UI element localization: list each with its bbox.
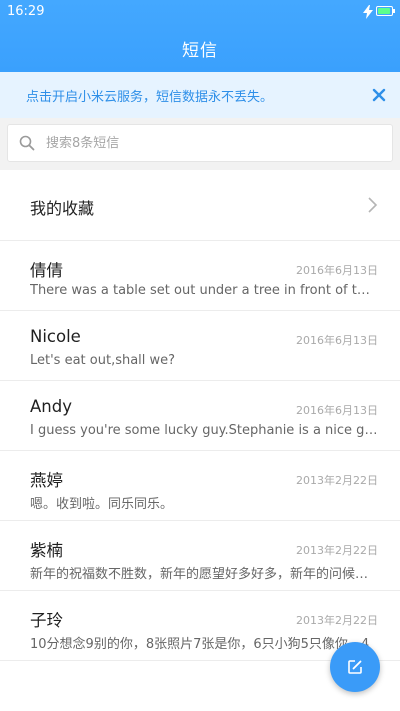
message-item[interactable]: 紫楠 2013年2月22日 新年的祝福数不胜数，新年的愿望好多好多，新年的问候送… <box>0 521 400 591</box>
message-date: 2013年2月22日 <box>296 544 378 557</box>
banner-text[interactable]: 点击开启小米云服务，短信数据永不丢失。 <box>26 86 273 105</box>
status-time: 16:29 <box>7 4 45 19</box>
message-item[interactable]: Nicole 2016年6月13日 Let's eat out,shall we… <box>0 311 400 381</box>
search-icon <box>19 135 35 151</box>
app-header: 16:29 短信 <box>0 0 400 72</box>
message-preview: Let's eat out,shall we? <box>30 353 176 368</box>
contact-name: Andy <box>30 397 72 416</box>
message-preview: 嗯。收到啦。同乐同乐。 <box>30 497 174 512</box>
search-box[interactable] <box>7 124 393 162</box>
cloud-service-banner[interactable]: 点击开启小米云服务，短信数据永不丢失。 <box>0 72 400 118</box>
contact-name: 倩倩 <box>30 261 63 280</box>
contact-name: Nicole <box>30 327 81 346</box>
message-list: 我的收藏 倩倩 2016年6月13日 There was a table set… <box>0 170 400 661</box>
status-bar: 16:29 <box>0 0 400 24</box>
message-preview: 新年的祝福数不胜数，新年的愿望好多好多，新年的问候送给你 <box>30 567 378 582</box>
battery-level <box>378 8 390 14</box>
compose-icon <box>348 660 362 674</box>
message-date: 2013年2月22日 <box>296 474 378 487</box>
bolt-icon <box>363 5 373 19</box>
chevron-right-icon <box>368 197 378 213</box>
message-date: 2016年6月13日 <box>296 334 378 347</box>
search-area <box>0 118 400 170</box>
message-date: 2016年6月13日 <box>296 404 378 417</box>
search-input[interactable] <box>46 130 376 156</box>
favorites-label: 我的收藏 <box>30 199 95 218</box>
message-item[interactable]: 燕婷 2013年2月22日 嗯。收到啦。同乐同乐。 <box>0 451 400 521</box>
message-item[interactable]: Andy 2016年6月13日 I guess you're some luck… <box>0 381 400 451</box>
message-item[interactable]: 倩倩 2016年6月13日 There was a table set out … <box>0 241 400 311</box>
message-date: 2016年6月13日 <box>296 264 378 277</box>
contact-name: 紫楠 <box>30 541 63 560</box>
close-icon[interactable] <box>369 85 389 105</box>
message-preview: There was a table set out under a tree i… <box>30 283 378 298</box>
battery-icon <box>376 6 395 16</box>
message-preview: 10分想念9别的你，8张照片7张是你，6只小狗5只像你，4 <box>30 637 370 652</box>
page-title: 短信 <box>182 41 218 61</box>
contact-name: 燕婷 <box>30 471 63 490</box>
compose-button[interactable] <box>330 642 380 692</box>
favorites-row[interactable]: 我的收藏 <box>0 170 400 241</box>
contact-name: 子玲 <box>30 611 63 630</box>
message-date: 2013年2月22日 <box>296 614 378 627</box>
message-preview: I guess you're some lucky guy.Stephanie … <box>30 423 378 438</box>
